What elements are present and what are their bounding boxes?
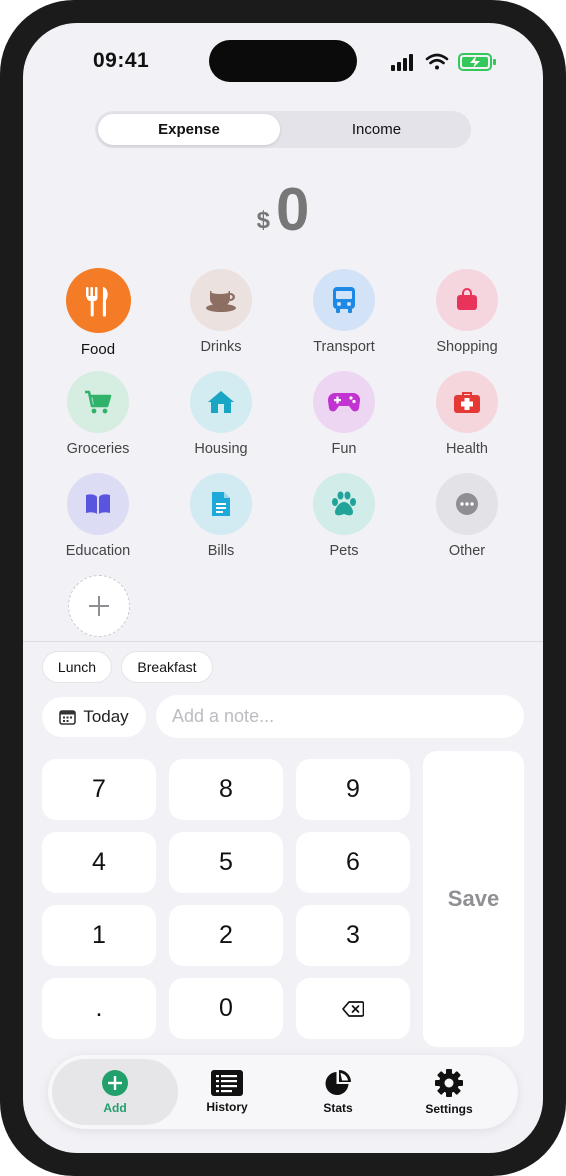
note-input[interactable] [156, 695, 524, 738]
category-label: Other [448, 543, 486, 559]
add-category-button[interactable] [68, 575, 130, 637]
plus-circle-icon [102, 1070, 128, 1096]
document-icon [190, 473, 252, 535]
category-label: Drinks [200, 339, 242, 355]
list-icon [211, 1070, 243, 1096]
gamepad-icon [313, 371, 375, 433]
category-health[interactable]: Health [412, 371, 522, 457]
fork-knife-icon [65, 268, 131, 333]
key-7[interactable]: 7 [42, 759, 156, 820]
category-food[interactable]: Food [43, 268, 153, 358]
ellipsis-icon [436, 473, 498, 535]
amount-display: $ 0 [23, 173, 543, 243]
type-segment: Expense Income [95, 111, 471, 148]
category-pets[interactable]: Pets [289, 473, 399, 559]
category-other[interactable]: Other [412, 473, 522, 559]
key-4[interactable]: 4 [42, 832, 156, 893]
backspace-icon [342, 1000, 364, 1017]
category-label: Bills [207, 543, 235, 559]
paw-icon [313, 473, 375, 535]
category-bills[interactable]: Bills [166, 473, 276, 559]
date-button[interactable]: Today [42, 697, 146, 737]
signal-icon [391, 54, 413, 71]
divider [23, 641, 543, 642]
plus-icon [89, 596, 109, 616]
key-9[interactable]: 9 [296, 759, 410, 820]
tab-label: Settings [425, 1102, 473, 1116]
save-button[interactable]: Save [423, 751, 524, 1047]
key-3[interactable]: 3 [296, 905, 410, 966]
category-groceries[interactable]: Groceries [43, 371, 153, 457]
category-shopping[interactable]: Shopping [412, 269, 522, 355]
category-transport[interactable]: Transport [289, 269, 399, 355]
shopping-bag-icon [436, 269, 498, 331]
category-label: Housing [194, 441, 248, 457]
dynamic-island [209, 40, 357, 82]
category-label: Shopping [436, 339, 498, 355]
shopping-cart-icon [67, 371, 129, 433]
category-housing[interactable]: Housing [166, 371, 276, 457]
key-2[interactable]: 2 [169, 905, 283, 966]
category-label: Pets [329, 543, 359, 559]
calendar-icon [59, 710, 77, 725]
tab-bar: Add History Stats Settings [48, 1055, 518, 1129]
book-icon [67, 473, 129, 535]
app-screen: 09:41 Expense Income $ 0 Food Drinks Tra… [23, 23, 543, 1153]
amount-value: 0 [275, 176, 310, 243]
date-label: Today [83, 707, 129, 726]
phone-frame: 09:41 Expense Income $ 0 Food Drinks Tra… [0, 0, 566, 1176]
tab-add[interactable]: Add [52, 1059, 178, 1125]
key-6[interactable]: 6 [296, 832, 410, 893]
status-icons [391, 53, 496, 71]
tab-label: Stats [323, 1101, 353, 1115]
segment-income[interactable]: Income [285, 114, 468, 145]
key-8[interactable]: 8 [169, 759, 283, 820]
category-education[interactable]: Education [43, 473, 153, 559]
category-fun[interactable]: Fun [289, 371, 399, 457]
quick-note-chip[interactable]: Breakfast [121, 651, 213, 683]
quick-note-chip[interactable]: Lunch [42, 651, 112, 683]
status-time: 09:41 [93, 49, 150, 72]
tab-history[interactable]: History [171, 1059, 283, 1125]
key-1[interactable]: 1 [42, 905, 156, 966]
house-icon [190, 371, 252, 433]
segment-expense[interactable]: Expense [98, 114, 280, 145]
key-decimal[interactable]: . [42, 978, 156, 1039]
currency-symbol: $ [256, 207, 270, 234]
tab-label: Add [103, 1101, 127, 1115]
category-label: Transport [313, 339, 375, 355]
key-0[interactable]: 0 [169, 978, 283, 1039]
wifi-icon [425, 53, 449, 70]
tab-label: History [206, 1100, 248, 1114]
first-aid-kit-icon [436, 371, 498, 433]
category-label: Education [65, 543, 131, 559]
category-label: Health [446, 441, 488, 457]
coffee-cup-icon [190, 269, 252, 331]
category-label: Fun [331, 441, 357, 457]
tab-settings[interactable]: Settings [393, 1059, 505, 1125]
battery-icon [458, 53, 496, 71]
bus-icon [313, 269, 375, 331]
key-5[interactable]: 5 [169, 832, 283, 893]
category-label: Groceries [66, 441, 130, 457]
category-label: Food [80, 341, 116, 358]
tab-stats[interactable]: Stats [282, 1059, 394, 1125]
pie-chart-icon [325, 1070, 351, 1095]
backspace-button[interactable] [296, 978, 410, 1039]
gear-icon [435, 1069, 463, 1097]
category-drinks[interactable]: Drinks [166, 269, 276, 355]
